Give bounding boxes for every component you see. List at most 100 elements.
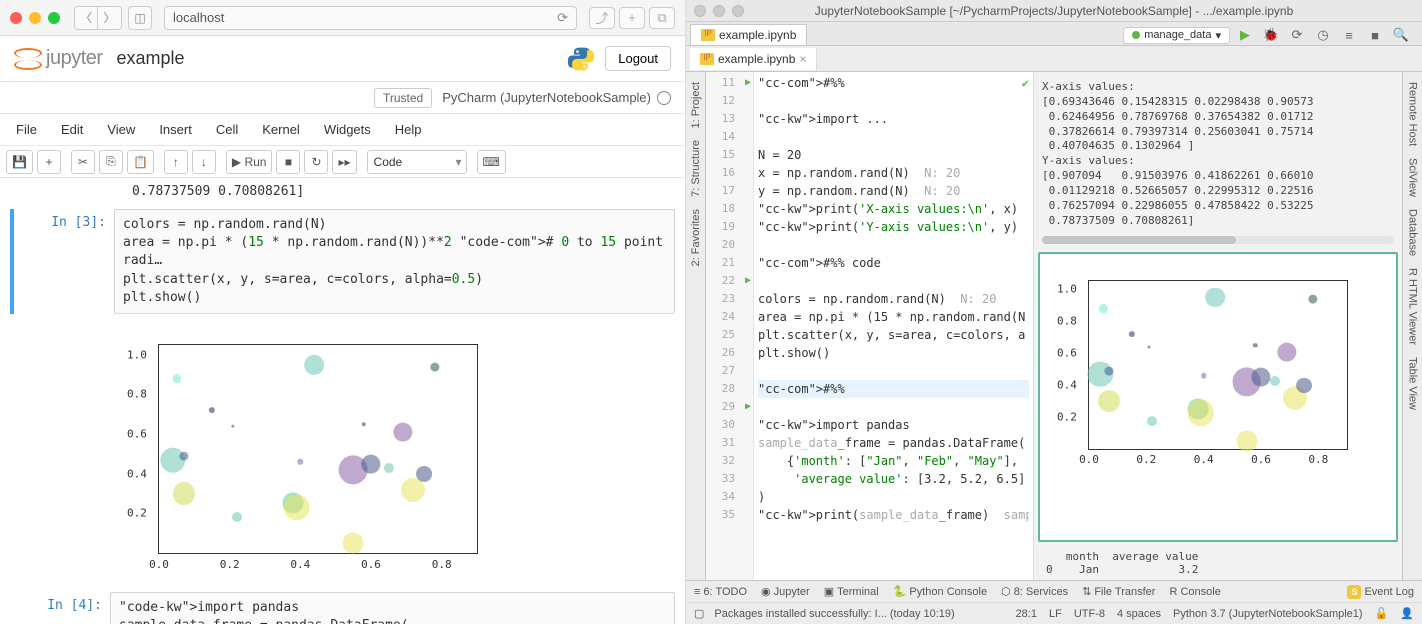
line-separator[interactable]: LF: [1049, 608, 1062, 620]
close-tab-icon[interactable]: ×: [799, 52, 806, 66]
refresh-icon[interactable]: ⟳: [557, 10, 568, 26]
todo-tool[interactable]: ≡ 6: TODO: [694, 586, 747, 598]
kernel-name[interactable]: PyCharm (JupyterNotebookSample): [442, 90, 651, 105]
zoom-window-icon[interactable]: [732, 5, 744, 17]
stop-icon[interactable]: ■: [276, 150, 300, 174]
minimize-window-icon[interactable]: [713, 5, 725, 17]
tool-2-favorites[interactable]: 2: Favorites: [688, 203, 704, 272]
output-scrollbar[interactable]: [1042, 236, 1394, 244]
minimize-window-icon[interactable]: [29, 12, 41, 24]
menu-view[interactable]: View: [95, 116, 147, 143]
tool-r-html-viewer[interactable]: R HTML Viewer: [1405, 262, 1421, 351]
menu-kernel[interactable]: Kernel: [250, 116, 312, 143]
trusted-badge[interactable]: Trusted: [374, 88, 432, 108]
menu-widgets[interactable]: Widgets: [312, 116, 383, 143]
menu-insert[interactable]: Insert: [147, 116, 204, 143]
cell-4[interactable]: In [4]: "code-kw">import pandassample_da…: [10, 592, 675, 624]
debug-icon[interactable]: 🐞: [1260, 25, 1282, 45]
ipynb-icon: IP: [701, 29, 715, 41]
sidebar-toggle-icon[interactable]: ◫: [128, 6, 152, 30]
tabs-icon[interactable]: ⧉: [649, 7, 675, 29]
r-console-tool[interactable]: R Console: [1169, 586, 1220, 598]
terminal-tool[interactable]: ▣ Terminal: [824, 585, 879, 598]
jupyter-tool[interactable]: ◉ Jupyter: [761, 585, 810, 598]
menu-file[interactable]: File: [4, 116, 49, 143]
move-down-icon[interactable]: ↓: [192, 150, 216, 174]
new-tab-icon[interactable]: +: [619, 7, 645, 29]
scatter-output: 0.20.40.60.81.00.00.20.40.60.8: [110, 318, 675, 588]
run-button[interactable]: ▶ Run: [226, 150, 273, 174]
cell-code[interactable]: colors = np.random.rand(N)area = np.pi *…: [114, 209, 675, 314]
jupyter-logo-icon: [14, 46, 40, 72]
dataframe-output: month average value 0 Jan 3.2: [1034, 546, 1402, 580]
tool-windows-icon[interactable]: ▢: [694, 607, 704, 620]
zoom-window-icon[interactable]: [48, 12, 60, 24]
status-bar: ▢ Packages installed successfully: I... …: [686, 602, 1422, 624]
pycharm-titlebar: JupyterNotebookSample [~/PycharmProjects…: [686, 0, 1422, 22]
caret-position[interactable]: 28:1: [1016, 608, 1037, 620]
python-console-tool[interactable]: 🐍 Python Console: [893, 585, 987, 598]
address-text: localhost: [173, 10, 224, 25]
cell-prompt: In [4]:: [10, 592, 110, 624]
file-transfer-tool[interactable]: ⇅ File Transfer: [1082, 585, 1155, 598]
cell-3-output: 0.20.40.60.81.00.00.20.40.60.8: [10, 318, 675, 588]
code-editor[interactable]: ✔ "cc-com">#%%"cc-kw">import ...N = 20x …: [754, 72, 1034, 580]
window-title: JupyterNotebookSample [~/PycharmProjects…: [815, 4, 1294, 18]
forward-button[interactable]: 〉: [98, 6, 122, 30]
status-message: Packages installed successfully: I... (t…: [714, 608, 954, 620]
paste-icon[interactable]: 📋: [127, 150, 154, 174]
menu-help[interactable]: Help: [383, 116, 434, 143]
back-button[interactable]: 〈: [74, 6, 98, 30]
indent-info[interactable]: 4 spaces: [1117, 608, 1161, 620]
search-icon[interactable]: 🔍: [1390, 25, 1412, 45]
cut-icon[interactable]: ✂: [71, 150, 95, 174]
restart-icon[interactable]: ↻: [304, 150, 328, 174]
stop-icon[interactable]: ■: [1364, 25, 1386, 45]
interpreter[interactable]: Python 3.7 (JupyterNotebookSample1): [1173, 608, 1363, 620]
traffic-lights: [10, 12, 60, 24]
cell-code[interactable]: "code-kw">import pandassample_data_frame…: [110, 592, 675, 624]
scatter-chart: 0.20.40.60.81.00.00.20.40.60.8: [158, 344, 478, 554]
tool-1-project[interactable]: 1: Project: [688, 76, 704, 134]
add-cell-icon[interactable]: +: [37, 150, 61, 174]
move-up-icon[interactable]: ↑: [164, 150, 188, 174]
close-window-icon[interactable]: [10, 12, 22, 24]
cell-3[interactable]: In [3]: colors = np.random.rand(N)area =…: [10, 209, 675, 314]
share-icon[interactable]: ⤴: [589, 7, 615, 29]
command-palette-icon[interactable]: ⌨: [477, 150, 506, 174]
hector-icon[interactable]: 👤: [1400, 607, 1414, 620]
logout-button[interactable]: Logout: [605, 46, 671, 71]
run-icon[interactable]: ▶: [1234, 25, 1256, 45]
attach-icon[interactable]: ≡: [1338, 25, 1360, 45]
browser-chrome: 〈 〉 ◫ localhost ⟳ ⤴ + ⧉: [0, 0, 685, 36]
editor-tab[interactable]: IP example.ipynb ×: [690, 48, 817, 70]
cell-type-select[interactable]: Code: [367, 150, 467, 174]
coverage-icon[interactable]: ⟳: [1286, 25, 1308, 45]
close-window-icon[interactable]: [694, 5, 706, 17]
tool-7-structure[interactable]: 7: Structure: [688, 134, 704, 203]
profile-icon[interactable]: ◷: [1312, 25, 1334, 45]
copy-icon[interactable]: ⎘: [99, 150, 123, 174]
python-logo-icon: [567, 45, 595, 73]
event-log-tool[interactable]: S Event Log: [1347, 585, 1414, 599]
menu-cell[interactable]: Cell: [204, 116, 250, 143]
scatter-chart: 0.20.40.60.81.00.00.20.40.60.8: [1088, 280, 1348, 450]
tool-sciview[interactable]: SciView: [1405, 152, 1421, 203]
save-icon[interactable]: 💾: [6, 150, 33, 174]
ipynb-icon: IP: [700, 53, 714, 65]
services-tool[interactable]: ⬡ 8: Services: [1001, 585, 1068, 598]
encoding[interactable]: UTF-8: [1074, 608, 1105, 620]
fast-forward-icon[interactable]: ▸▸: [332, 150, 356, 174]
tool-table-view[interactable]: Table View: [1405, 351, 1421, 416]
tool-database[interactable]: Database: [1405, 203, 1421, 262]
tool-remote-host[interactable]: Remote Host: [1405, 76, 1421, 152]
notebook-name[interactable]: example: [117, 48, 185, 69]
jupyter-logo[interactable]: jupyter: [14, 46, 103, 72]
menu-edit[interactable]: Edit: [49, 116, 95, 143]
run-config-icon: [1132, 31, 1140, 39]
run-config-select[interactable]: manage_data ▾: [1123, 27, 1230, 44]
address-bar[interactable]: localhost ⟳: [164, 6, 577, 30]
jupyter-header: jupyter example Logout: [0, 36, 685, 82]
readonly-icon[interactable]: 🔓: [1375, 607, 1389, 620]
breadcrumb[interactable]: IP example.ipynb: [690, 24, 807, 45]
